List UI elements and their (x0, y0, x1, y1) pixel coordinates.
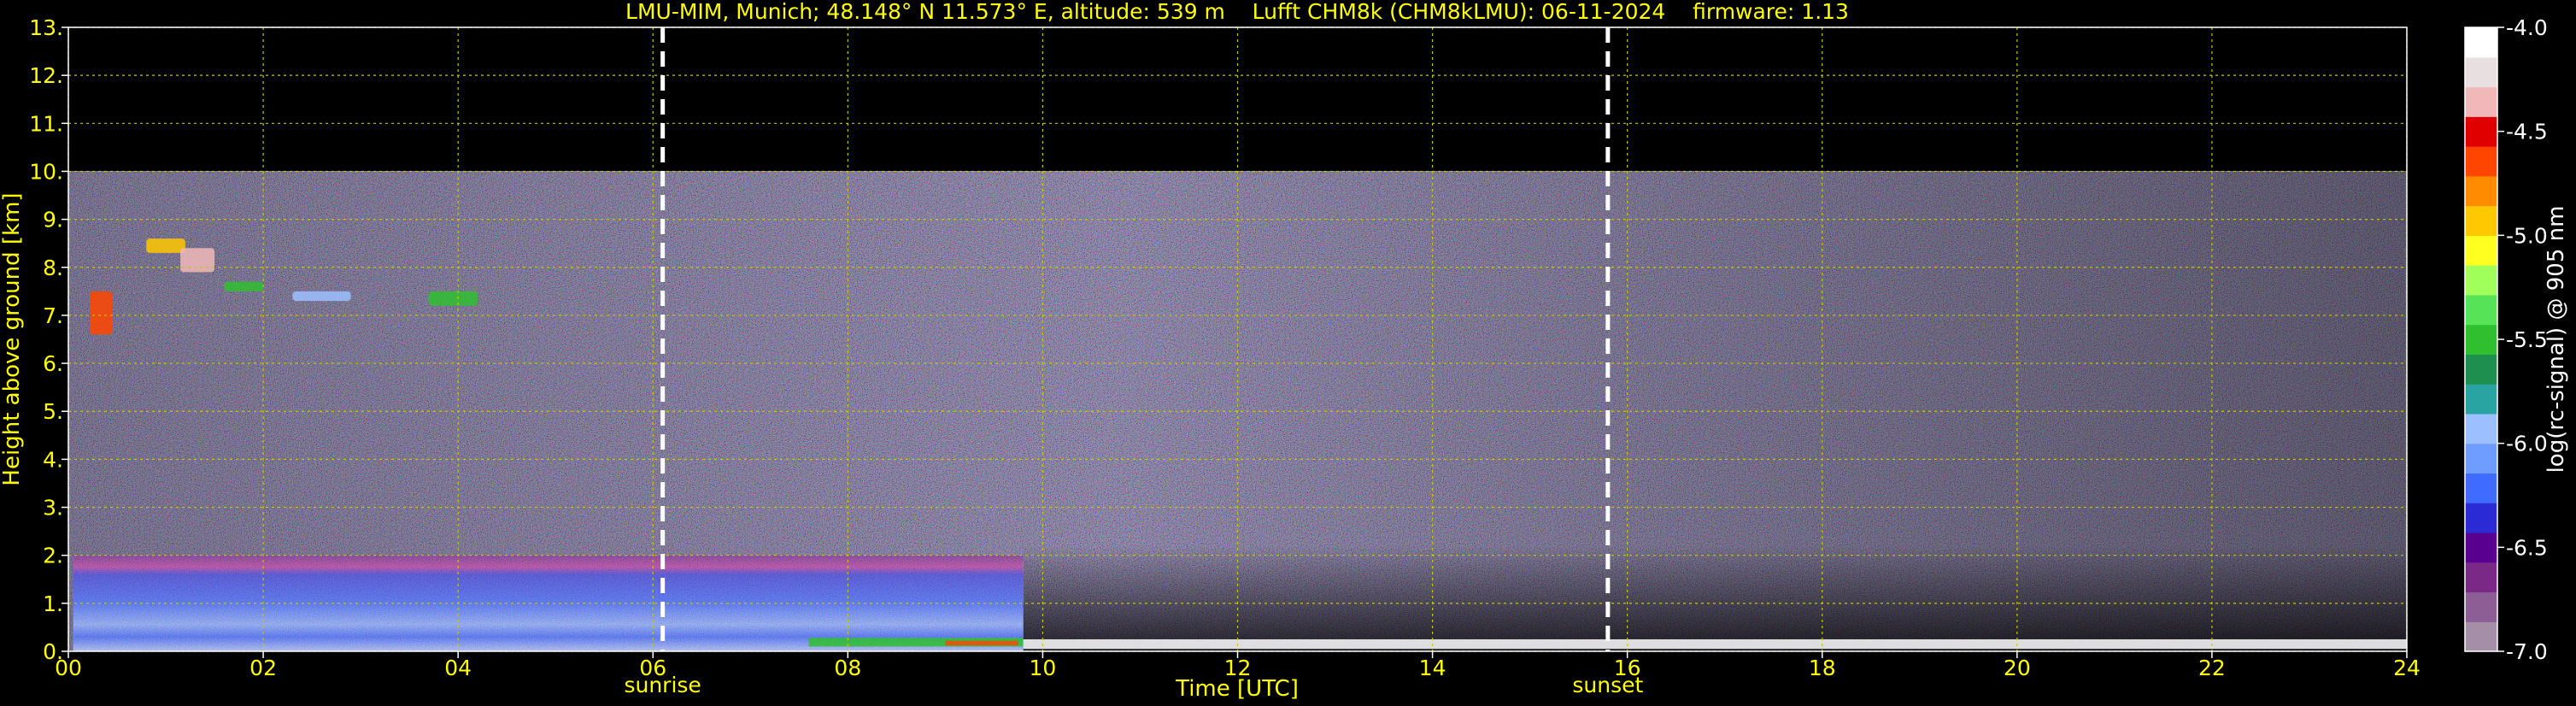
colorbar-segment (2465, 56, 2497, 88)
colorbar-segment (2465, 205, 2497, 236)
x-tick-label: 16 (1614, 656, 1641, 680)
colorbar-segment (2465, 591, 2497, 622)
colorbar-segment (2465, 503, 2497, 533)
colorbar-segment (2465, 354, 2497, 385)
x-tick-label: 06 (639, 656, 666, 680)
y-tick-label: 10. (29, 159, 63, 184)
colorbar-segment (2465, 562, 2497, 593)
y-tick-label: 11. (29, 111, 63, 136)
y-tick-label: 0. (43, 639, 63, 664)
colorbar-segment (2465, 235, 2497, 266)
cirrus-cloud-5 (428, 291, 478, 306)
y-tick-label: 12. (29, 63, 63, 88)
colorbar-segment (2465, 146, 2497, 177)
surface-layer (1023, 638, 2407, 650)
y-tick-label: 4. (43, 447, 63, 472)
x-tick-label: 14 (1419, 656, 1446, 680)
x-tick-label: 10 (1030, 656, 1057, 680)
x-tick-label: 04 (444, 656, 472, 680)
cirrus-cloud-0 (90, 291, 113, 335)
y-tick-label: 8. (43, 256, 63, 280)
x-tick-label: 08 (834, 656, 861, 680)
noise-low-fade (1023, 545, 2407, 651)
x-tick-label: 02 (249, 656, 277, 680)
y-tick-label: 9. (43, 208, 63, 232)
ceilometer-figure: sunrise sunset 00 02 04 06 08 10 12 14 16 18 20 22 24… (0, 0, 2569, 702)
colorbar-segment (2465, 324, 2497, 355)
colorbar-tick-label: -4.0 (2506, 15, 2548, 40)
x-tick-label: 20 (2004, 656, 2031, 680)
colorbar-tick-label: -6.5 (2506, 535, 2548, 560)
colorbar-segment (2465, 294, 2497, 326)
colorbar-segment (2465, 443, 2497, 474)
colorbar-segment (2465, 473, 2497, 503)
y-tick-label: 5. (43, 399, 63, 424)
colorbar-segment (2465, 532, 2497, 563)
colorbar-tick-label: -5.0 (2506, 223, 2548, 248)
colorbar-tick-label: -4.5 (2506, 120, 2548, 144)
cirrus-cloud-2 (180, 248, 215, 273)
y-tick-label: 1. (43, 591, 63, 616)
colorbar-segment (2465, 175, 2497, 207)
y-tick-label: 13. (29, 15, 63, 40)
y-axis-ticks: 0. 1. 2. 3. 4. 5. 6. 7. 8. 9. 10. 11. 12. 13. (29, 15, 68, 664)
cirrus-cloud-3 (224, 281, 264, 291)
colorbar-segment (2465, 413, 2497, 444)
colorbar-tick-label: -7.0 (2506, 639, 2548, 664)
x-tick-label: 24 (2393, 656, 2421, 680)
colorbar-segment (2465, 27, 2497, 58)
y-tick-label: 2. (43, 544, 63, 568)
x-tick-label: 22 (2198, 656, 2226, 680)
x-tick-label: 18 (1809, 656, 1836, 680)
y-tick-label: 3. (43, 496, 63, 521)
x-axis-label: Time [UTC] (1175, 676, 1299, 702)
chart-title: LMU-MIM, Munich; 48.148° N 11.573° E, al… (625, 0, 1849, 24)
colorbar-segment (2465, 265, 2497, 296)
cirrus-cloud-1 (146, 238, 185, 253)
cirrus-cloud-4 (292, 291, 351, 302)
colorbar-segment (2465, 384, 2497, 415)
colorbar-label: log(rc-signal) @ 905 nm (2544, 206, 2569, 474)
y-axis-label: Height above ground [km] (0, 192, 25, 485)
y-tick-label: 6. (43, 351, 63, 376)
y-tick-label: 7. (43, 303, 63, 328)
colorbar-tick-label: -5.5 (2506, 327, 2548, 352)
colorbar-segment (2465, 86, 2497, 117)
colorbar-ticks: -4.0 -4.5 -5.0 -5.5 -6.0 -6.5 -7.0 (2497, 15, 2548, 664)
colorbar-tick-label: -6.0 (2506, 432, 2548, 456)
colorbar (2465, 27, 2497, 652)
colorbar-segment (2465, 621, 2497, 652)
colorbar-segment (2465, 116, 2497, 147)
surface-red-band (945, 640, 1018, 646)
